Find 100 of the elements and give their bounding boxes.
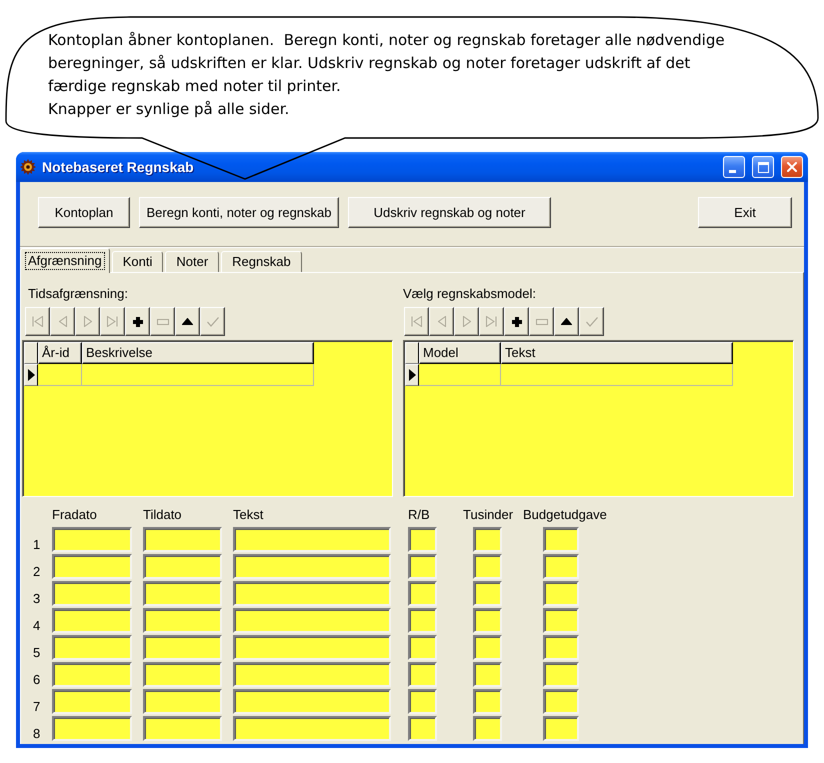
tab[interactable]: Regnskab [221,251,302,272]
starburst-icon [20,159,36,175]
input-field[interactable] [543,689,579,714]
row-number: 8 [33,726,40,741]
input-field[interactable] [543,527,579,552]
check-icon [586,316,598,326]
input-field[interactable] [52,635,132,660]
input-field[interactable] [143,554,222,579]
column-header: Tekst [501,342,733,364]
input-field[interactable] [233,689,391,714]
input-field[interactable] [543,554,579,579]
input-field[interactable] [52,716,132,741]
maximize-button[interactable] [752,156,774,178]
up-triangle-icon [561,318,572,325]
row-number: 4 [33,618,40,633]
input-field[interactable] [233,527,391,552]
input-field[interactable] [143,689,222,714]
input-field[interactable] [143,581,222,606]
input-field[interactable] [143,527,222,552]
right-triangle-icon [84,316,92,327]
input-field[interactable] [408,527,437,552]
callout-text: Kontoplan åbner kontoplanen. Beregn konti, noter og regnskab foretager alle nødvendige beregninger, så udskriften er klar. Udskriv regnskab og noter foretager udskrift af det færdige regnskab med noter til printer. [48,30,726,97]
input-field[interactable] [408,635,437,660]
navigator-button[interactable] [504,307,529,336]
input-field[interactable] [233,581,391,606]
navigator-button[interactable] [175,307,200,336]
minus-icon [536,318,548,324]
column-header: Model [419,342,501,364]
toolbar-button[interactable]: Kontoplan [38,197,130,228]
tab[interactable]: Konti [112,251,164,272]
input-field[interactable] [143,716,222,741]
window-title: Notebaseret Regnskab [42,159,194,175]
plus-icon [132,316,142,326]
column-label: R/B [408,507,430,522]
exit-button[interactable]: Exit [698,197,792,228]
column-header: Beskrivelse [82,342,314,364]
skip-forward-icon [486,316,497,327]
tab[interactable]: Noter [165,251,220,272]
up-triangle-icon [182,318,193,325]
input-field[interactable] [52,581,132,606]
minus-icon [156,318,168,324]
input-field[interactable] [52,527,132,552]
input-field[interactable] [408,662,437,687]
input-field[interactable] [143,635,222,660]
input-field[interactable] [143,608,222,633]
skip-back-icon [32,316,43,327]
input-field[interactable] [408,689,437,714]
input-field[interactable] [233,662,391,687]
close-button[interactable] [781,156,803,178]
input-field[interactable] [473,689,502,714]
toolbar-button[interactable]: Udskriv regnskab og noter [348,197,551,228]
right-triangle-icon [462,316,470,327]
input-field[interactable] [473,581,502,606]
minimize-button[interactable] [723,156,745,178]
input-field[interactable] [473,527,502,552]
input-field[interactable] [408,608,437,633]
input-field[interactable] [473,716,502,741]
input-field[interactable] [52,554,132,579]
check-icon [206,316,218,326]
tab[interactable]: Afgrænsning [20,248,110,273]
maximize-icon [758,162,768,172]
skip-back-icon [411,316,422,327]
section-label: Tidsafgrænsning: [28,286,128,300]
input-field[interactable] [473,635,502,660]
plus-icon [512,316,522,326]
row-number: 7 [33,699,40,714]
input-field[interactable] [233,635,391,660]
input-field[interactable] [408,554,437,579]
navigator-button[interactable] [554,307,579,336]
input-field[interactable] [52,662,132,687]
input-field[interactable] [233,554,391,579]
column-label: Fradato [52,507,97,522]
input-field[interactable] [143,662,222,687]
input-field[interactable] [408,581,437,606]
skip-forward-icon [107,316,118,327]
minimize-icon [729,170,736,173]
input-field[interactable] [52,608,132,633]
row-pointer-icon [28,369,34,381]
row-number: 5 [33,645,40,660]
input-field[interactable] [408,716,437,741]
input-field[interactable] [473,662,502,687]
input-field[interactable] [233,608,391,633]
input-field[interactable] [543,716,579,741]
input-field[interactable] [473,554,502,579]
left-triangle-icon [438,316,446,327]
navigator-button[interactable] [125,307,150,336]
input-field[interactable] [543,635,579,660]
row-number: 1 [33,537,40,552]
callout-text: Knapper er synlige på alle sider. [48,99,290,120]
input-field[interactable] [543,581,579,606]
row-pointer-icon [408,369,416,381]
input-field[interactable] [543,608,579,633]
column-label: Budgetudgave [523,507,607,522]
input-field[interactable] [473,608,502,633]
section-label: Vælg regnskabsmodel: [403,286,536,300]
column-label: Tekst [233,507,264,522]
toolbar-button[interactable]: Beregn konti, noter og regnskab [139,197,339,228]
input-field[interactable] [233,716,391,741]
input-field[interactable] [52,689,132,714]
input-field[interactable] [543,662,579,687]
